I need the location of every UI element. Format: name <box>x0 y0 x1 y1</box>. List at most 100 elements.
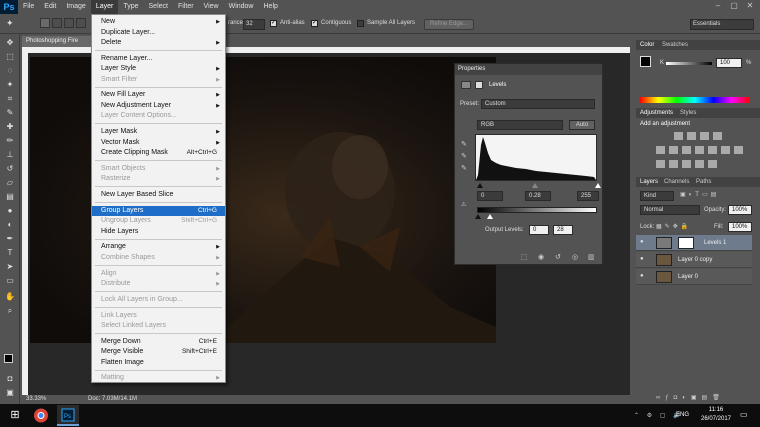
menu-item-new[interactable]: New ▶ <box>92 17 225 27</box>
move-tool-icon[interactable]: ✥ <box>4 38 16 48</box>
black-point-eyedropper-icon[interactable]: ✎ <box>461 140 469 148</box>
lasso-tool-icon[interactable]: ◌ <box>4 66 16 76</box>
pen-tool-icon[interactable]: ✒ <box>4 234 16 244</box>
intersect-selection-icon[interactable] <box>76 18 86 28</box>
foreground-color-swatch[interactable] <box>4 354 13 363</box>
menu-edit[interactable]: Edit <box>39 0 61 14</box>
menu-item-duplicate-layer[interactable]: Duplicate Layer... <box>92 28 225 38</box>
white-point-eyedropper-icon[interactable]: ✎ <box>461 164 469 172</box>
posterize-icon[interactable] <box>669 160 678 168</box>
auto-button[interactable]: Auto <box>569 120 595 130</box>
menu-item-delete[interactable]: Delete ▶ <box>92 38 225 48</box>
workspace-select[interactable]: Essentials <box>690 19 754 30</box>
input-white-field[interactable]: 255 <box>577 191 599 201</box>
anti-alias-checkbox[interactable]: ✓ <box>270 20 277 27</box>
crop-tool-icon[interactable]: ⌗ <box>4 94 16 104</box>
hue-saturation-icon[interactable] <box>669 146 678 154</box>
subtract-selection-icon[interactable] <box>64 18 74 28</box>
magic-wand-tool-icon[interactable]: ✦ <box>4 80 16 90</box>
eye-icon[interactable]: ● <box>640 273 647 280</box>
menu-item-new-adjustment-layer[interactable]: New Adjustment Layer ▶ <box>92 101 225 111</box>
tolerance-input[interactable]: 32 <box>243 19 265 30</box>
invert-icon[interactable] <box>656 160 665 168</box>
type-tool-icon[interactable]: T <box>4 248 16 258</box>
threshold-icon[interactable] <box>682 160 691 168</box>
menu-item-layer-style[interactable]: Layer Style ▶ <box>92 64 225 74</box>
preset-select[interactable]: Custom <box>481 99 595 109</box>
menu-item-group-layers[interactable]: Group Layers Ctrl+G <box>92 205 225 216</box>
layer-row-layer-0-copy[interactable]: ● Layer 0 copy <box>636 252 752 268</box>
menu-filter[interactable]: Filter <box>173 0 199 14</box>
k-value-field[interactable]: 100 <box>716 58 742 68</box>
zoom-tool-icon[interactable]: ⌕ <box>4 306 16 316</box>
maximize-button[interactable]: ▢ <box>728 0 740 12</box>
tab-channels[interactable]: Channels <box>664 177 689 187</box>
input-black-slider[interactable] <box>477 183 483 188</box>
menu-item-hide-layers[interactable]: Hide Layers <box>92 227 225 237</box>
menu-item-arrange[interactable]: Arrange ▶ <box>92 242 225 252</box>
layer-filter-icons[interactable]: ▣◐T▭▤ <box>680 191 752 201</box>
lock-icons[interactable]: ▦✎✥🔒 <box>656 223 700 231</box>
new-selection-icon[interactable] <box>40 18 50 28</box>
color-balance-icon[interactable] <box>682 146 691 154</box>
input-language[interactable]: ENG <box>676 412 689 418</box>
eye-icon[interactable]: ● <box>640 239 647 246</box>
color-spectrum[interactable] <box>640 97 750 103</box>
healing-brush-tool-icon[interactable]: ✚ <box>4 122 16 132</box>
brush-tool-icon[interactable]: ✏ <box>4 136 16 146</box>
sample-all-layers-checkbox[interactable] <box>357 20 364 27</box>
notifications-icon[interactable]: ▭ <box>740 410 752 422</box>
gradient-map-icon[interactable] <box>695 160 704 168</box>
mask-thumbnail[interactable] <box>678 237 694 249</box>
layer-actions-icons[interactable]: ∞ƒ◘◐▣▤🗑 <box>656 394 752 402</box>
layer-mask-icon[interactable] <box>475 81 483 89</box>
clipping-warning-icon[interactable]: ⚠ <box>461 201 469 209</box>
menu-help[interactable]: Help <box>259 0 283 14</box>
blur-tool-icon[interactable]: ● <box>4 206 16 216</box>
selective-color-icon[interactable] <box>708 160 717 168</box>
menu-item-new-layer-based-slice[interactable]: New Layer Based Slice <box>92 190 225 200</box>
tab-paths[interactable]: Paths <box>696 177 711 187</box>
clip-to-layer-icon[interactable]: ⬚ <box>521 253 531 261</box>
input-gamma-slider[interactable] <box>532 183 538 188</box>
menu-item-merge-visible[interactable]: Merge Visible Shift+Ctrl+E <box>92 347 225 357</box>
eyedropper-tool-icon[interactable]: ✎ <box>4 108 16 118</box>
opacity-field[interactable]: 100% <box>728 205 752 215</box>
menu-layer[interactable]: Layer <box>90 0 119 14</box>
tab-adjustments[interactable]: Adjustments <box>640 108 673 118</box>
windows-start-icon[interactable]: ⊞ <box>4 405 26 426</box>
k-slider[interactable] <box>666 62 712 65</box>
menu-item-vector-mask[interactable]: Vector Mask ▶ <box>92 138 225 148</box>
reset-icon[interactable]: ↺ <box>555 253 565 261</box>
properties-tab[interactable]: Properties <box>455 64 602 75</box>
vibrance-icon[interactable] <box>656 146 665 154</box>
marquee-tool-icon[interactable]: ⬚ <box>4 52 16 62</box>
menu-window[interactable]: Window <box>224 0 259 14</box>
output-white-slider[interactable] <box>487 214 493 219</box>
photo-filter-icon[interactable] <box>708 146 717 154</box>
output-black-field[interactable]: 0 <box>529 225 549 235</box>
delete-adjustment-icon[interactable]: ▥ <box>588 253 598 261</box>
menu-select[interactable]: Select <box>144 0 173 14</box>
refine-edge-button[interactable]: Refine Edge... <box>424 19 474 30</box>
menu-item-flatten-image[interactable]: Flatten Image <box>92 358 225 368</box>
output-white-field[interactable]: 28 <box>553 225 573 235</box>
gradient-tool-icon[interactable]: ▤ <box>4 192 16 202</box>
output-black-slider[interactable] <box>475 214 481 219</box>
menu-type[interactable]: Type <box>118 0 143 14</box>
add-selection-icon[interactable] <box>52 18 62 28</box>
document-info[interactable]: Doc: 7.03M/14.1M <box>88 395 137 404</box>
close-button[interactable]: ✕ <box>744 0 756 12</box>
eraser-tool-icon[interactable]: ▱ <box>4 178 16 188</box>
tab-swatches[interactable]: Swatches <box>662 40 688 50</box>
path-selection-tool-icon[interactable]: ➤ <box>4 262 16 272</box>
clock-time[interactable]: 11:16 <box>700 407 732 413</box>
channel-select[interactable]: RGB <box>477 120 563 130</box>
quick-mask-icon[interactable]: ◘ <box>4 374 16 384</box>
levels-icon[interactable] <box>687 132 696 140</box>
tab-styles[interactable]: Styles <box>680 108 696 118</box>
clone-stamp-tool-icon[interactable]: ⊥ <box>4 150 16 160</box>
dodge-tool-icon[interactable]: ◐ <box>4 220 16 230</box>
tab-color[interactable]: Color <box>640 40 654 50</box>
eye-icon[interactable]: ● <box>640 256 647 263</box>
